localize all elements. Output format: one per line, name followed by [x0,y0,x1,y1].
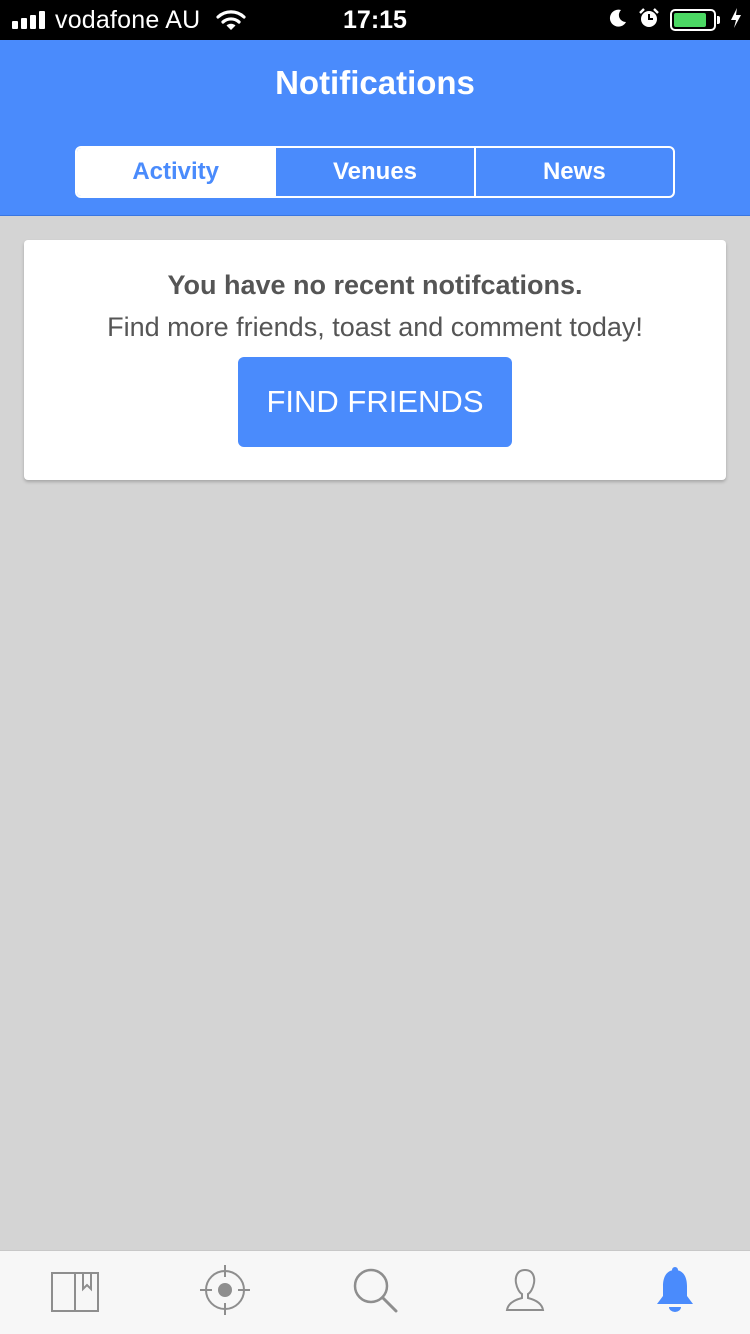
tab-venues[interactable]: Venues [274,148,473,196]
tab-activity[interactable]: Activity [77,148,275,196]
header: Notifications Activity Venues News [0,40,750,216]
empty-state-subtitle: Find more friends, toast and comment tod… [107,312,643,342]
tab-news[interactable]: News [473,148,673,196]
battery-fill [674,13,707,27]
status-right [608,0,742,40]
tab-bar-item-notifications[interactable] [600,1251,750,1334]
status-bar: vodafone AU 17:15 [0,0,750,40]
tab-bar-item-book[interactable] [0,1251,150,1334]
find-friends-button[interactable]: FIND FRIENDS [238,357,512,447]
tab-bar-item-location[interactable] [150,1251,300,1334]
profile-icon [504,1267,546,1318]
charging-icon [730,7,742,34]
page-title: Notifications [275,64,475,101]
battery-icon [670,9,720,31]
location-target-icon [198,1263,252,1322]
empty-state-card: You have no recent notifcations. Find mo… [24,240,726,480]
segmented-control: Activity Venues News [75,146,675,198]
empty-state-title: You have no recent notifcations. [167,270,583,300]
book-icon [50,1267,100,1318]
wifi-icon [216,9,246,31]
carrier-name: vodafone AU [55,5,201,34]
search-icon [351,1266,399,1319]
alarm-icon [638,7,660,34]
bell-icon [653,1266,697,1319]
tab-bar [0,1250,750,1334]
status-left: vodafone AU [12,0,246,40]
tab-bar-item-profile[interactable] [450,1251,600,1334]
signal-icon [12,11,45,29]
tab-bar-item-search[interactable] [300,1251,450,1334]
moon-icon [608,8,628,33]
